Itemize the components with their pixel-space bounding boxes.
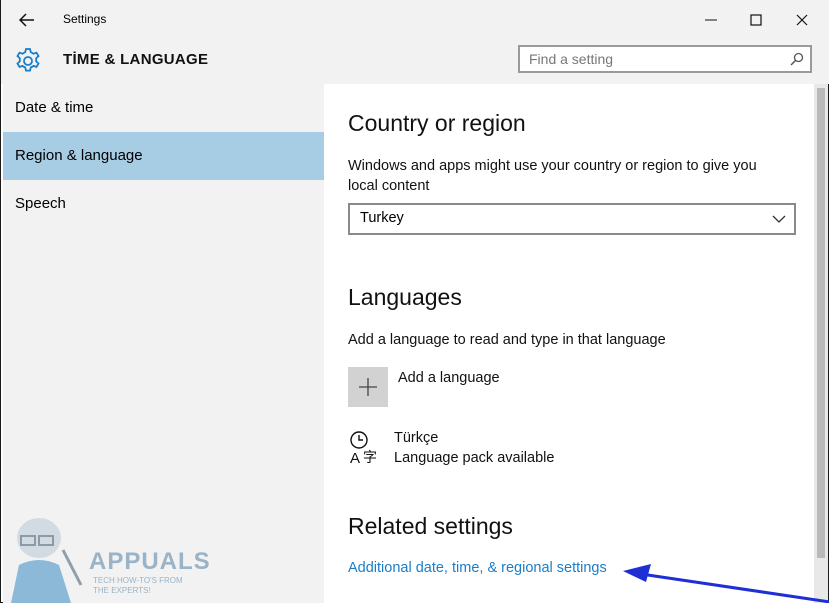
- country-heading: Country or region: [348, 110, 526, 136]
- title-bar: Settings: [1, 0, 829, 40]
- search-input[interactable]: [520, 47, 789, 71]
- watermark-tagline-line1: TECH HOW-TO'S FROM: [93, 576, 183, 585]
- country-selected-value: Turkey: [360, 210, 404, 226]
- languages-heading: Languages: [348, 284, 462, 310]
- language-item-status: Language pack available: [394, 450, 555, 466]
- search-icon[interactable]: [790, 52, 804, 66]
- additional-settings-link[interactable]: Additional date, time, & regional settin…: [348, 560, 607, 576]
- add-language-button[interactable]: [348, 367, 388, 407]
- window-title: Settings: [63, 12, 107, 26]
- minimize-icon: [705, 19, 717, 21]
- country-description-line1: Windows and apps might use your country …: [348, 158, 757, 174]
- sidebar-item-speech[interactable]: Speech: [3, 180, 324, 228]
- watermark-tagline: TECH HOW-TO'S FROM THE EXPERTS!: [93, 576, 193, 596]
- language-icon: A 字: [350, 431, 377, 466]
- related-settings-heading: Related settings: [348, 513, 513, 539]
- scrollbar[interactable]: [814, 84, 828, 603]
- svg-text:字: 字: [363, 450, 377, 466]
- plus-icon: [359, 378, 377, 396]
- sidebar-item-region-language[interactable]: Region & language: [3, 132, 324, 180]
- sidebar-item-date-time[interactable]: Date & time: [3, 84, 324, 132]
- add-language-label[interactable]: Add a language: [398, 370, 500, 386]
- watermark-tagline-line2: THE EXPERTS!: [93, 586, 151, 595]
- language-item-name[interactable]: Türkçe: [394, 430, 438, 446]
- minimize-button[interactable]: [691, 4, 731, 36]
- section-title: TİME & LANGUAGE: [63, 51, 209, 68]
- maximize-button[interactable]: [736, 4, 776, 36]
- gear-icon: [16, 48, 40, 72]
- country-dropdown[interactable]: Turkey: [348, 203, 796, 235]
- annotation-arrow: [623, 564, 829, 603]
- svg-text:A: A: [350, 450, 360, 466]
- back-arrow-icon: [19, 13, 34, 27]
- main-content: Country or region Windows and apps might…: [324, 84, 814, 603]
- close-button[interactable]: [782, 4, 822, 36]
- country-description-line2: local content: [348, 178, 430, 194]
- chevron-down-icon: [772, 215, 786, 223]
- close-icon: [796, 14, 808, 26]
- maximize-icon: [750, 14, 762, 26]
- search-box[interactable]: [518, 45, 812, 73]
- scrollbar-thumb[interactable]: [817, 88, 825, 558]
- watermark-brand: APPUALS: [89, 548, 211, 575]
- languages-description: Add a language to read and type in that …: [348, 332, 666, 348]
- settings-window: Settings TİME & LANGUAGE Date & time Reg…: [0, 0, 829, 603]
- back-button[interactable]: [13, 8, 41, 32]
